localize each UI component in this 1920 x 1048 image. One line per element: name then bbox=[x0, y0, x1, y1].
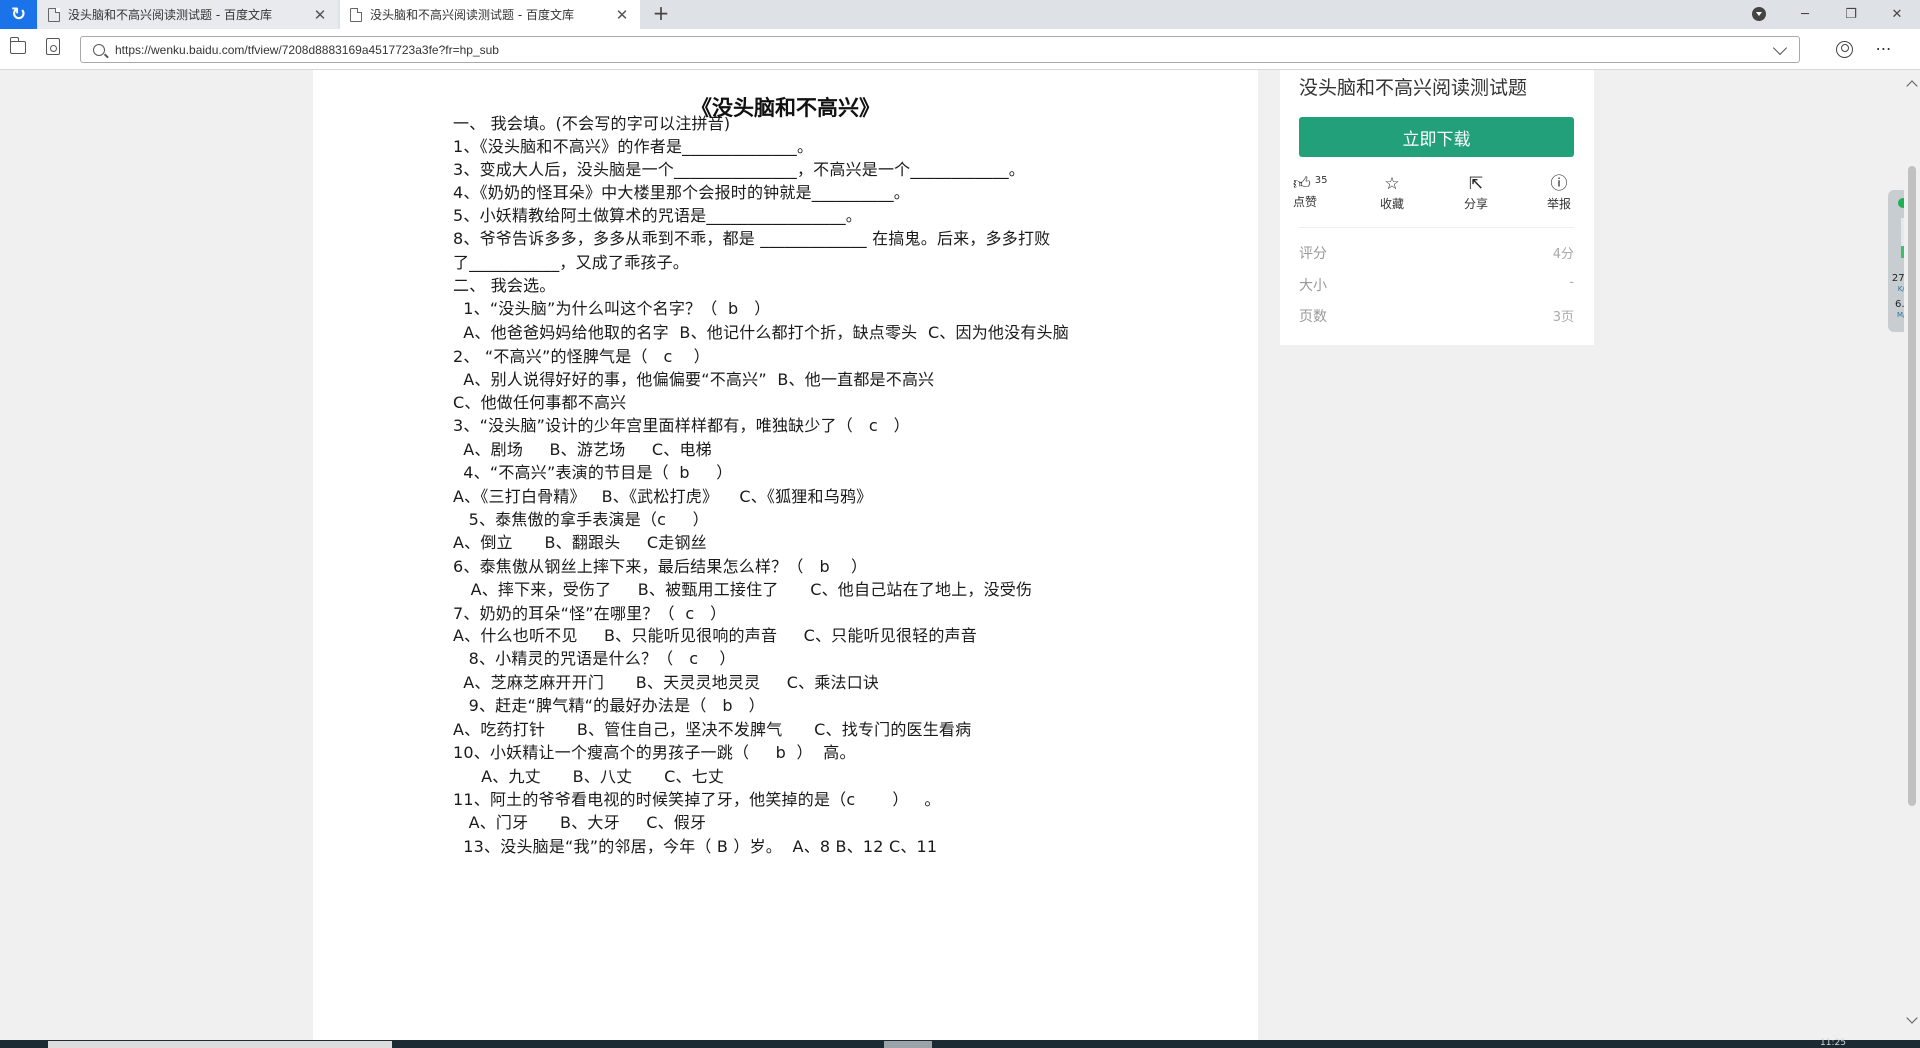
download-button[interactable]: 立即下载 bbox=[1299, 117, 1574, 157]
page-info-icon[interactable] bbox=[46, 38, 60, 55]
meta-score-label: 评分 bbox=[1299, 246, 1327, 262]
meta-pages-label: 页数 bbox=[1299, 309, 1327, 325]
document-line: 一、 我会填。(不会写的字可以注拼音) bbox=[453, 114, 731, 133]
minimize-button[interactable]: ─ bbox=[1782, 0, 1828, 29]
thumbs-up-icon: 👍︎ bbox=[1293, 174, 1311, 194]
tab-bar: ↻ 没头脑和不高兴阅读测试题 - 百度文库 ✕ 没头脑和不高兴阅读测试题 - 百… bbox=[0, 0, 1920, 29]
document-line: 二、 我会选。 bbox=[453, 276, 556, 295]
meta-score-value: 4分 bbox=[1552, 247, 1574, 262]
document-line: 7、奶奶的耳朵“怪”在哪里？（ c ） bbox=[453, 604, 727, 623]
meta-size-label: 大小 bbox=[1299, 278, 1327, 294]
document-line: A、摔下来，受伤了 B、被甄用工接住了 C、他自己站在了地上，没受伤 bbox=[460, 580, 1033, 599]
document-icon bbox=[48, 7, 60, 22]
document-line: 5、小妖精教给阿土做算术的咒语是_________________。 bbox=[453, 206, 862, 225]
meta-size-value: - bbox=[1569, 275, 1574, 290]
url-input[interactable]: https://wenku.baidu.com/tfview/7208d8883… bbox=[80, 36, 1800, 63]
sidebar-title: 没头脑和不高兴阅读测试题 bbox=[1299, 77, 1528, 99]
close-tab-icon[interactable]: ✕ bbox=[312, 6, 328, 24]
page-content: 《没头脑和不高兴》 一、 我会填。(不会写的字可以注拼音) 1、《没头脑和不高兴》… bbox=[0, 70, 1920, 1040]
document-line: 2、 “不高兴”的怪脾气是（ c ） bbox=[453, 347, 710, 366]
document-line: 4、《奶奶的怪耳朵》中大楼里那个会报时的钟就是__________。 bbox=[453, 183, 910, 202]
tab-doc-2-active[interactable]: 没头脑和不高兴阅读测试题 - 百度文库 ✕ bbox=[340, 0, 640, 29]
document-page: 《没头脑和不高兴》 一、 我会填。(不会写的字可以注拼音) 1、《没头脑和不高兴》… bbox=[313, 70, 1258, 1040]
document-line: 1、“没头脑”为什么叫这个名字？（ b ） bbox=[458, 299, 771, 318]
document-line: C、他做任何事都不高兴 bbox=[453, 393, 627, 412]
document-line: 11、阿土的爷爷看电视的时候笑掉了牙，他笑掉的是（c ） 。 bbox=[453, 790, 941, 809]
collect-button[interactable]: ☆ 收藏 bbox=[1372, 175, 1412, 212]
new-tab-button[interactable]: + bbox=[650, 3, 672, 25]
tab-title: 没头脑和不高兴阅读测试题 - 百度文库 bbox=[68, 8, 272, 22]
more-menu-icon[interactable]: ⋯ bbox=[1872, 39, 1894, 59]
search-icon bbox=[93, 43, 105, 56]
document-line: 10、小妖精让一个瘦高个的男孩子一跳（ b ） 高。 bbox=[453, 743, 856, 762]
like-label: 点赞 bbox=[1293, 195, 1318, 209]
document-line: A、别人说得好好的事，他偏偏要“不高兴” B、他一直都是不高兴 bbox=[458, 370, 935, 389]
tab-doc-1[interactable]: 没头脑和不高兴阅读测试题 - 百度文库 ✕ bbox=[38, 0, 338, 29]
alert-icon: ⓘ bbox=[1550, 174, 1568, 194]
document-line: A、什么也听不见 B、只能听见很响的声音 C、只能听见很轻的声音 bbox=[453, 626, 977, 645]
document-line: 4、“不高兴”表演的节目是（ b ） bbox=[458, 463, 733, 482]
scroll-thumb[interactable] bbox=[1908, 166, 1916, 806]
document-line: A、剧场 B、游艺场 C、电梯 bbox=[458, 440, 712, 459]
meta-score-row: 评分 4分 bbox=[1299, 243, 1574, 263]
share-icon: ⇱ bbox=[1468, 174, 1484, 194]
document-line: A、门牙 B、大牙 C、假牙 bbox=[458, 813, 707, 832]
divider bbox=[1299, 227, 1574, 228]
document-line: 9、赶走“脾气精“的最好办法是（ b ） bbox=[458, 696, 765, 715]
document-line: A、吃药打针 B、管住自己，坚决不发脾气 C、找专门的医生看病 bbox=[453, 720, 972, 739]
document-info-card: 没头脑和不高兴阅读测试题 立即下载 👍︎ 35 点赞 ☆ 收藏 ⇱ 分享 ⓘ 举报… bbox=[1280, 70, 1594, 345]
document-line: 3、变成大人后，没头脑是一个_______________，不高兴是一个____… bbox=[453, 160, 1025, 179]
document-line: A、芝麻芝麻开开门 B、天灵灵地灵灵 C、乘法口诀 bbox=[458, 673, 880, 692]
document-line: A、他爸爸妈妈给他取的名字 B、他记什么都打个折，缺点零头 C、因为他没有头脑 bbox=[458, 323, 1069, 342]
like-button[interactable]: 👍︎ 35 点赞 bbox=[1293, 175, 1333, 210]
scroll-down-icon[interactable] bbox=[1906, 1012, 1918, 1024]
document-line: 6、泰焦傲从钢丝上摔下来，最后结果怎么样？（ b ） bbox=[453, 557, 868, 576]
folder-icon[interactable] bbox=[9, 37, 26, 54]
close-tab-icon[interactable]: ✕ bbox=[614, 6, 630, 24]
tab-title: 没头脑和不高兴阅读测试题 - 百度文库 bbox=[370, 8, 574, 22]
share-button[interactable]: ⇱ 分享 bbox=[1456, 175, 1496, 212]
report-button[interactable]: ⓘ 举报 bbox=[1539, 175, 1579, 212]
document-line: 8、小精灵的咒语是什么？（ c ） bbox=[458, 649, 736, 668]
collect-label: 收藏 bbox=[1379, 197, 1404, 211]
scroll-up-icon[interactable] bbox=[1906, 80, 1918, 92]
document-line: 1、《没头脑和不高兴》的作者是______________。 bbox=[453, 137, 814, 156]
url-text[interactable]: https://wenku.baidu.com/tfview/7208d8883… bbox=[115, 43, 1775, 57]
taskbar-item[interactable] bbox=[884, 1041, 932, 1048]
report-label: 举报 bbox=[1546, 197, 1571, 211]
meta-pages-row: 页数 3页 bbox=[1299, 306, 1574, 326]
browser-menu-icon[interactable] bbox=[1752, 7, 1766, 21]
browser-logo-icon[interactable]: ↻ bbox=[0, 0, 37, 29]
document-line: 13、没头脑是“我”的邻居，今年（ B ）岁。 A、8 B、12 C、11 bbox=[458, 837, 938, 856]
share-label: 分享 bbox=[1463, 197, 1488, 211]
document-line: A、倒立 B、翻跟头 C走钢丝 bbox=[453, 533, 707, 552]
close-window-button[interactable]: ✕ bbox=[1874, 0, 1920, 29]
document-line: A、《三打白骨精》 B、《武松打虎》 C、《狐狸和乌鸦》 bbox=[453, 487, 873, 506]
taskbar-item[interactable] bbox=[48, 1041, 392, 1048]
document-line: 3、“没头脑”设计的少年宫里面样样都有，唯独缺少了（ c ） bbox=[453, 416, 910, 435]
maximize-button[interactable]: ❐ bbox=[1828, 0, 1874, 29]
account-icon[interactable] bbox=[1836, 41, 1853, 58]
document-line: 8、爷爷告诉多多，多多从乖到不乖，都是 _____________ 在搞鬼。后来… bbox=[453, 229, 1051, 248]
document-line: A、九丈 B、八丈 C、七丈 bbox=[460, 767, 725, 786]
vertical-scrollbar[interactable] bbox=[1904, 70, 1920, 1040]
star-icon: ☆ bbox=[1384, 174, 1400, 194]
chevron-down-icon[interactable] bbox=[1772, 40, 1788, 55]
document-line: 了___________，又成了乖孩子。 bbox=[453, 253, 690, 272]
document-line: 5、泰焦傲的拿手表演是（c ） bbox=[458, 510, 709, 529]
meta-pages-value: 3页 bbox=[1552, 310, 1574, 325]
address-bar-row: https://wenku.baidu.com/tfview/7208d8883… bbox=[0, 29, 1920, 70]
taskbar-clock: 11:25 bbox=[1820, 1038, 1846, 1048]
like-count: 35 bbox=[1314, 175, 1328, 186]
meta-size-row: 大小 - bbox=[1299, 275, 1574, 295]
document-icon bbox=[350, 7, 362, 22]
